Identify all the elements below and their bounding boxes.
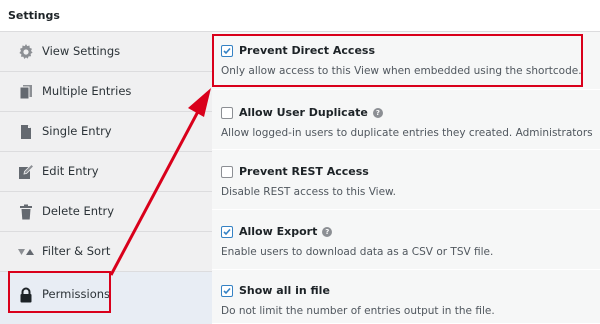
annotation-arrow [109, 88, 211, 276]
